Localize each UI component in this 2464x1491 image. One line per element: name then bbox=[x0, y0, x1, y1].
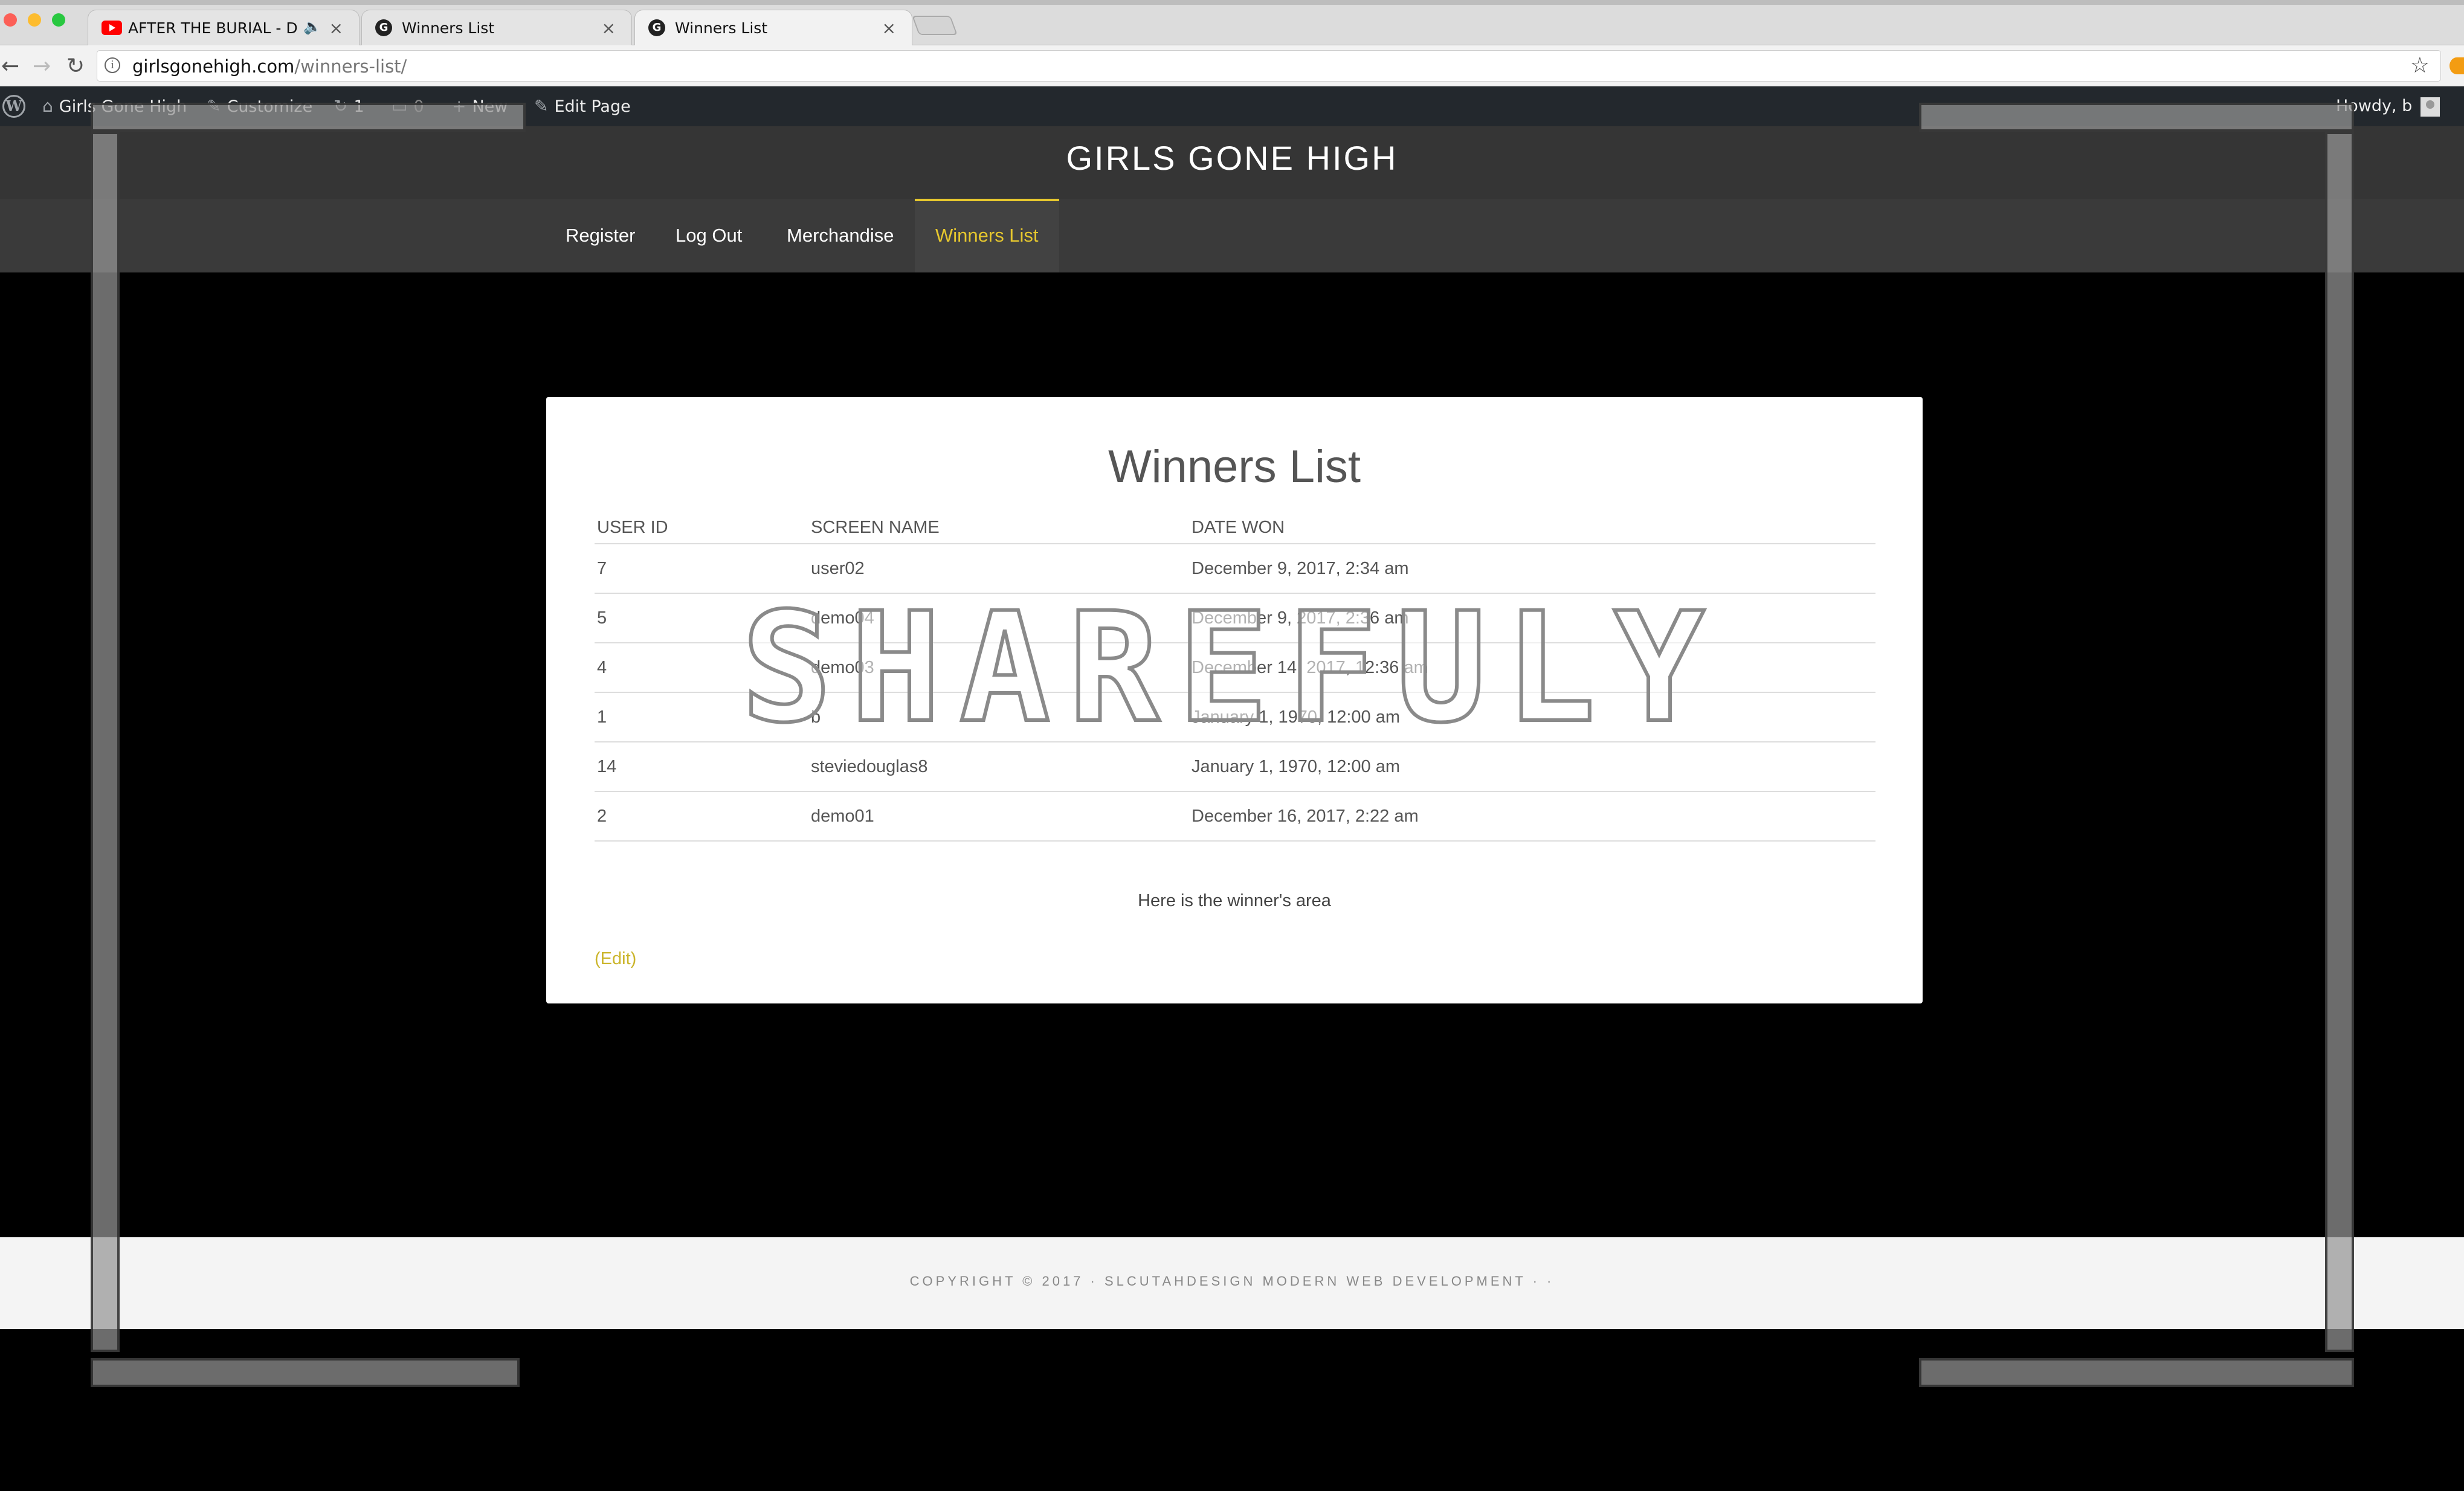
window-zoom-button[interactable] bbox=[52, 13, 65, 27]
cell-screen-name: demo03 bbox=[811, 658, 874, 677]
reload-icon[interactable]: ↻ bbox=[66, 54, 85, 79]
cell-date-won: December 16, 2017, 2:22 am bbox=[1192, 807, 1419, 826]
table-row: 5 demo04 December 9, 2017, 2:36 am bbox=[595, 594, 1875, 643]
cell-date-won: December 14, 2017, 12:36 am bbox=[1192, 658, 1428, 677]
cell-date-won: December 9, 2017, 2:34 am bbox=[1192, 559, 1409, 578]
winners-card: Winners List USER ID SCREEN NAME DATE WO… bbox=[546, 397, 1923, 1003]
youtube-icon bbox=[102, 21, 122, 35]
table-row: 4 demo03 December 14, 2017, 12:36 am bbox=[595, 643, 1875, 693]
admin-edit-page-label: Edit Page bbox=[554, 97, 631, 116]
cell-date-won: December 9, 2017, 2:36 am bbox=[1192, 608, 1409, 628]
cell-date-won: January 1, 1970, 12:00 am bbox=[1192, 757, 1401, 776]
winners-area-note: Here is the winner's area bbox=[1138, 891, 1331, 910]
bookmark-star-icon[interactable]: ☆ bbox=[2410, 53, 2430, 78]
winners-table: USER ID SCREEN NAME DATE WON 7 user02 De… bbox=[595, 515, 1875, 842]
site-favicon-icon: G bbox=[375, 19, 392, 36]
copyright-text: COPYRIGHT © 2017 · SLCUTAHDESIGN MODERN … bbox=[909, 1274, 1555, 1289]
url-domain: girlsgonehigh.com bbox=[132, 56, 295, 77]
window-top-edge bbox=[0, 0, 2464, 5]
cell-user-id: 14 bbox=[597, 757, 617, 776]
browser-tab-winners-list-active[interactable]: G Winners List × bbox=[634, 10, 912, 46]
cell-screen-name: demo04 bbox=[811, 608, 874, 628]
column-header-date-won: DATE WON bbox=[1192, 518, 1285, 537]
cell-user-id: 5 bbox=[597, 608, 607, 628]
overlay-frame-bottom-right bbox=[1919, 1358, 2354, 1387]
back-arrow-icon[interactable]: ← bbox=[1, 54, 19, 79]
nav-register[interactable]: Register bbox=[545, 199, 656, 272]
page-title: Winners List bbox=[1108, 441, 1361, 492]
overlay-frame-left bbox=[91, 132, 120, 1352]
url-text: girlsgonehigh.com/winners-list/ bbox=[132, 56, 407, 77]
extension-icon[interactable] bbox=[2449, 57, 2464, 74]
site-title[interactable]: GIRLS GONE HIGH bbox=[0, 138, 2464, 178]
table-row: 1 b January 1, 1970, 12:00 am bbox=[595, 693, 1875, 742]
main-navigation: Register Log Out Merchandise Winners Lis… bbox=[0, 199, 2464, 272]
pencil-icon: ✎ bbox=[534, 96, 549, 116]
overlay-frame-bottom-left bbox=[91, 1358, 520, 1387]
table-row: 7 user02 December 9, 2017, 2:34 am bbox=[595, 544, 1875, 594]
cell-date-won: January 1, 1970, 12:00 am bbox=[1192, 707, 1401, 727]
nav-merchandise[interactable]: Merchandise bbox=[766, 199, 914, 272]
edit-link[interactable]: (Edit) bbox=[595, 949, 636, 969]
site-info-icon[interactable]: i bbox=[105, 57, 120, 73]
cell-screen-name: user02 bbox=[811, 559, 865, 578]
browser-tab-youtube[interactable]: AFTER THE BURIAL - Delug 🔈 × bbox=[88, 10, 360, 45]
nav-winners-list[interactable]: Winners List bbox=[915, 199, 1059, 272]
window-close-button[interactable] bbox=[4, 13, 17, 27]
tab-close-icon[interactable]: × bbox=[329, 18, 343, 38]
cell-user-id: 4 bbox=[597, 658, 607, 677]
url-input[interactable]: i girlsgonehigh.com/winners-list/ ☆ bbox=[97, 50, 2441, 82]
browser-tab-winners-list[interactable]: G Winners List × bbox=[361, 10, 632, 45]
speaker-icon[interactable]: 🔈 bbox=[303, 18, 321, 35]
column-header-user-id: USER ID bbox=[597, 518, 668, 537]
site-footer: COPYRIGHT © 2017 · SLCUTAHDESIGN MODERN … bbox=[0, 1237, 2464, 1329]
forward-arrow-icon[interactable]: → bbox=[33, 54, 51, 79]
site-header: GIRLS GONE HIGH Register Log Out Merchan… bbox=[0, 126, 2464, 272]
cell-screen-name: steviedouglas8 bbox=[811, 757, 928, 776]
admin-edit-page[interactable]: ✎ Edit Page bbox=[534, 86, 631, 126]
overlay-frame-top-left bbox=[91, 103, 526, 132]
cell-screen-name: demo01 bbox=[811, 807, 874, 826]
overlay-frame-top-right bbox=[1919, 103, 2354, 132]
table-header: USER ID SCREEN NAME DATE WON bbox=[595, 515, 1875, 544]
window-minimize-button[interactable] bbox=[28, 13, 41, 27]
dashboard-icon: ⌂ bbox=[42, 96, 53, 116]
tab-title: Winners List bbox=[402, 19, 495, 37]
avatar bbox=[2420, 97, 2440, 117]
overlay-frame-right bbox=[2325, 132, 2354, 1352]
tab-title: AFTER THE BURIAL - Delug bbox=[128, 19, 297, 37]
nav-log-out[interactable]: Log Out bbox=[655, 199, 763, 272]
browser-address-bar: ← → ↻ i girlsgonehigh.com/winners-list/ … bbox=[0, 45, 2464, 86]
table-row: 14 steviedouglas8 January 1, 1970, 12:00… bbox=[595, 742, 1875, 792]
url-path: /winners-list/ bbox=[294, 56, 407, 77]
tab-title: Winners List bbox=[675, 19, 768, 37]
wordpress-logo-icon[interactable]: W bbox=[2, 95, 25, 118]
browser-tab-bar: AFTER THE BURIAL - Delug 🔈 × G Winners L… bbox=[0, 0, 2464, 46]
table-row: 2 demo01 December 16, 2017, 2:22 am bbox=[595, 792, 1875, 842]
cell-screen-name: b bbox=[811, 707, 821, 727]
cell-user-id: 1 bbox=[597, 707, 607, 727]
tab-close-icon[interactable]: × bbox=[602, 18, 616, 38]
column-header-screen-name: SCREEN NAME bbox=[811, 518, 940, 537]
cell-user-id: 7 bbox=[597, 559, 607, 578]
tab-close-icon[interactable]: × bbox=[882, 18, 896, 38]
new-tab-button[interactable] bbox=[912, 16, 958, 35]
cell-user-id: 2 bbox=[597, 807, 607, 826]
site-favicon-icon: G bbox=[648, 19, 665, 36]
